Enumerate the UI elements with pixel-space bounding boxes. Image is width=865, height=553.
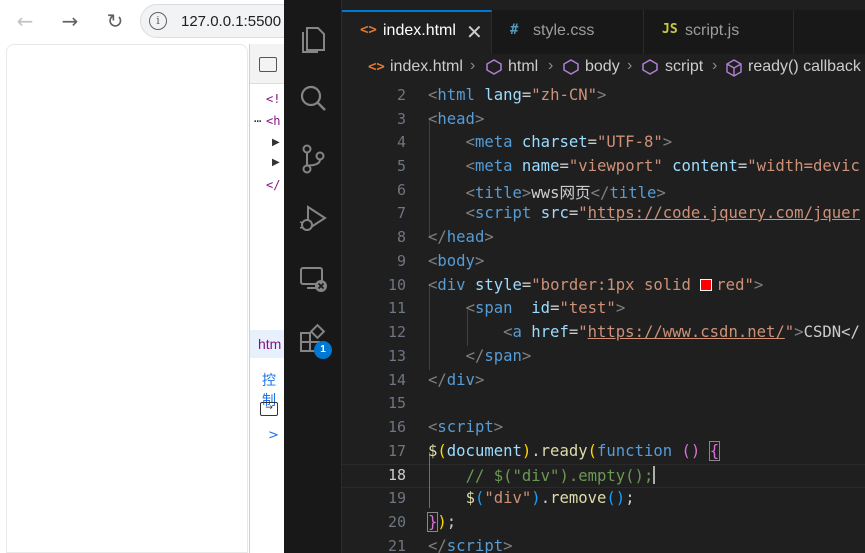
- code-line: <body>: [428, 252, 485, 270]
- dom-html-line[interactable]: <h: [266, 114, 280, 128]
- code-editor[interactable]: 2 3 4 5 6 7 8 9 10 11 12 13 14 15 16 17 …: [342, 84, 865, 553]
- chevron-right-icon: ›: [470, 57, 476, 74]
- line-number: 7: [396, 204, 406, 222]
- console-sidebar-icon[interactable]: →: [260, 402, 278, 416]
- breadcrumb-item-script[interactable]: script: [665, 58, 703, 76]
- browser-toolbar: ← → ↻ i 127.0.0.1:5500: [0, 0, 310, 42]
- line-number: 15: [387, 394, 406, 412]
- breadcrumb-item-file[interactable]: index.html: [390, 58, 463, 76]
- close-tab-icon[interactable]: ✕: [466, 20, 483, 44]
- code-line: $(document).ready(function () {: [428, 441, 721, 461]
- line-number: 16: [387, 418, 406, 436]
- breadcrumb: <> index.html › html › body › script › r…: [342, 54, 865, 82]
- line-number: 4: [396, 133, 406, 151]
- browser-window: ← → ↻ i 127.0.0.1:5500 <! ⋯ <h ▶ ▶ </ ht…: [0, 0, 310, 553]
- code-line: <span id="test">: [465, 299, 626, 317]
- tab-label: script.js: [685, 22, 740, 39]
- code-line: </head>: [428, 228, 494, 246]
- line-number: 10: [387, 276, 406, 294]
- dom-expand-dots[interactable]: ⋯: [254, 114, 261, 128]
- chevron-right-icon: ›: [627, 57, 633, 74]
- dom-expand-arrow-icon[interactable]: ▶: [272, 137, 280, 148]
- code-content[interactable]: <html lang="zh-CN"> <head> <meta charset…: [426, 84, 865, 553]
- tab-label: index.html: [383, 22, 456, 39]
- editor-tab-bar: <> index.html ✕ # style.css JS script.js: [342, 10, 865, 54]
- vscode-window: 1 <> index.html ✕ # style.css JS script.…: [284, 0, 865, 553]
- line-number-gutter: 2 3 4 5 6 7 8 9 10 11 12 13 14 15 16 17 …: [342, 84, 406, 553]
- line-number: 8: [396, 228, 406, 246]
- line-number-current: 18: [387, 466, 406, 484]
- line-number: 6: [396, 181, 406, 199]
- code-line: </span>: [465, 347, 532, 365]
- code-line: </div>: [428, 371, 485, 389]
- chevron-right-icon: ›: [712, 57, 718, 74]
- source-control-icon[interactable]: [296, 142, 330, 176]
- tab-index-html[interactable]: <> index.html ✕: [342, 10, 492, 54]
- back-arrow-icon[interactable]: ←: [10, 6, 40, 36]
- element-icon: [563, 59, 579, 75]
- breadcrumb-item-html[interactable]: html: [508, 58, 538, 76]
- activity-bar: 1: [284, 0, 342, 553]
- tab-label: style.css: [533, 22, 595, 39]
- search-icon[interactable]: [296, 82, 330, 116]
- remote-explorer-icon[interactable]: [296, 262, 330, 296]
- code-line: <html lang="zh-CN">: [428, 86, 607, 104]
- address-text[interactable]: 127.0.0.1:5500: [181, 13, 281, 30]
- line-number: 2: [396, 86, 406, 104]
- line-number: 9: [396, 252, 406, 270]
- code-line: <title>wws网页</title>: [465, 184, 666, 202]
- code-line: </script>: [428, 537, 513, 553]
- extensions-update-badge: 1: [314, 341, 332, 359]
- inspect-element-icon[interactable]: [259, 57, 277, 72]
- dom-close-line[interactable]: </: [266, 178, 280, 192]
- line-number: 12: [387, 323, 406, 341]
- breadcrumb-item-callback[interactable]: ready() callback: [748, 58, 861, 76]
- line-number: 21: [387, 537, 406, 553]
- text-cursor: [653, 466, 656, 484]
- code-link[interactable]: https://code.jquery.com/jquer: [588, 204, 860, 222]
- code-line: <meta charset="UTF-8">: [465, 133, 673, 151]
- code-line: <script src="https://code.jquery.com/jqu…: [465, 204, 860, 222]
- site-info-icon[interactable]: i: [149, 12, 167, 30]
- line-number: 19: [387, 489, 406, 507]
- code-line: });: [426, 512, 457, 532]
- html-file-icon: <>: [368, 59, 385, 75]
- tab-style-css[interactable]: # style.css: [492, 10, 644, 54]
- dom-expand-arrow-icon[interactable]: ▶: [272, 157, 280, 168]
- line-number: 20: [387, 513, 406, 531]
- js-file-icon: JS: [662, 22, 678, 37]
- line-number: 3: [396, 110, 406, 128]
- run-debug-icon[interactable]: [296, 202, 330, 236]
- code-line-current: // $("div").empty();: [465, 466, 656, 485]
- line-number: 14: [387, 371, 406, 389]
- page-viewport: [6, 44, 248, 553]
- element-icon: [486, 59, 502, 75]
- code-line: <script>: [428, 418, 504, 436]
- forward-arrow-icon[interactable]: →: [55, 6, 85, 36]
- dom-breadcrumb-tag[interactable]: htm: [258, 336, 281, 352]
- color-swatch-icon[interactable]: [700, 279, 713, 291]
- line-number: 5: [396, 157, 406, 175]
- html-file-icon: <>: [360, 22, 377, 38]
- code-line: $("div").remove();: [465, 489, 635, 507]
- tab-script-js[interactable]: JS script.js: [644, 10, 794, 54]
- code-line: <head>: [428, 110, 485, 128]
- line-number: 17: [387, 442, 406, 460]
- code-link[interactable]: https://www.csdn.net/: [588, 323, 785, 341]
- code-line: <meta name="viewport" content="width=dev…: [465, 157, 860, 175]
- devtools-panel: <! ⋯ <h ▶ ▶ </ htm 控制 → >: [249, 44, 290, 553]
- code-line: <a href="https://www.csdn.net/">CSDN</: [503, 323, 860, 341]
- line-number: 13: [387, 347, 406, 365]
- explorer-icon[interactable]: [296, 22, 330, 56]
- reload-icon[interactable]: ↻: [100, 6, 130, 36]
- code-line: <div style="border:1px solid red">: [428, 276, 764, 294]
- css-file-icon: #: [510, 22, 519, 38]
- element-icon: [642, 59, 658, 75]
- console-prompt[interactable]: >: [268, 428, 279, 443]
- line-number: 11: [387, 299, 406, 317]
- breadcrumb-item-body[interactable]: body: [585, 58, 620, 76]
- chevron-right-icon: ›: [548, 57, 554, 74]
- dom-doctype-line[interactable]: <!: [266, 92, 280, 106]
- method-icon: [726, 59, 742, 77]
